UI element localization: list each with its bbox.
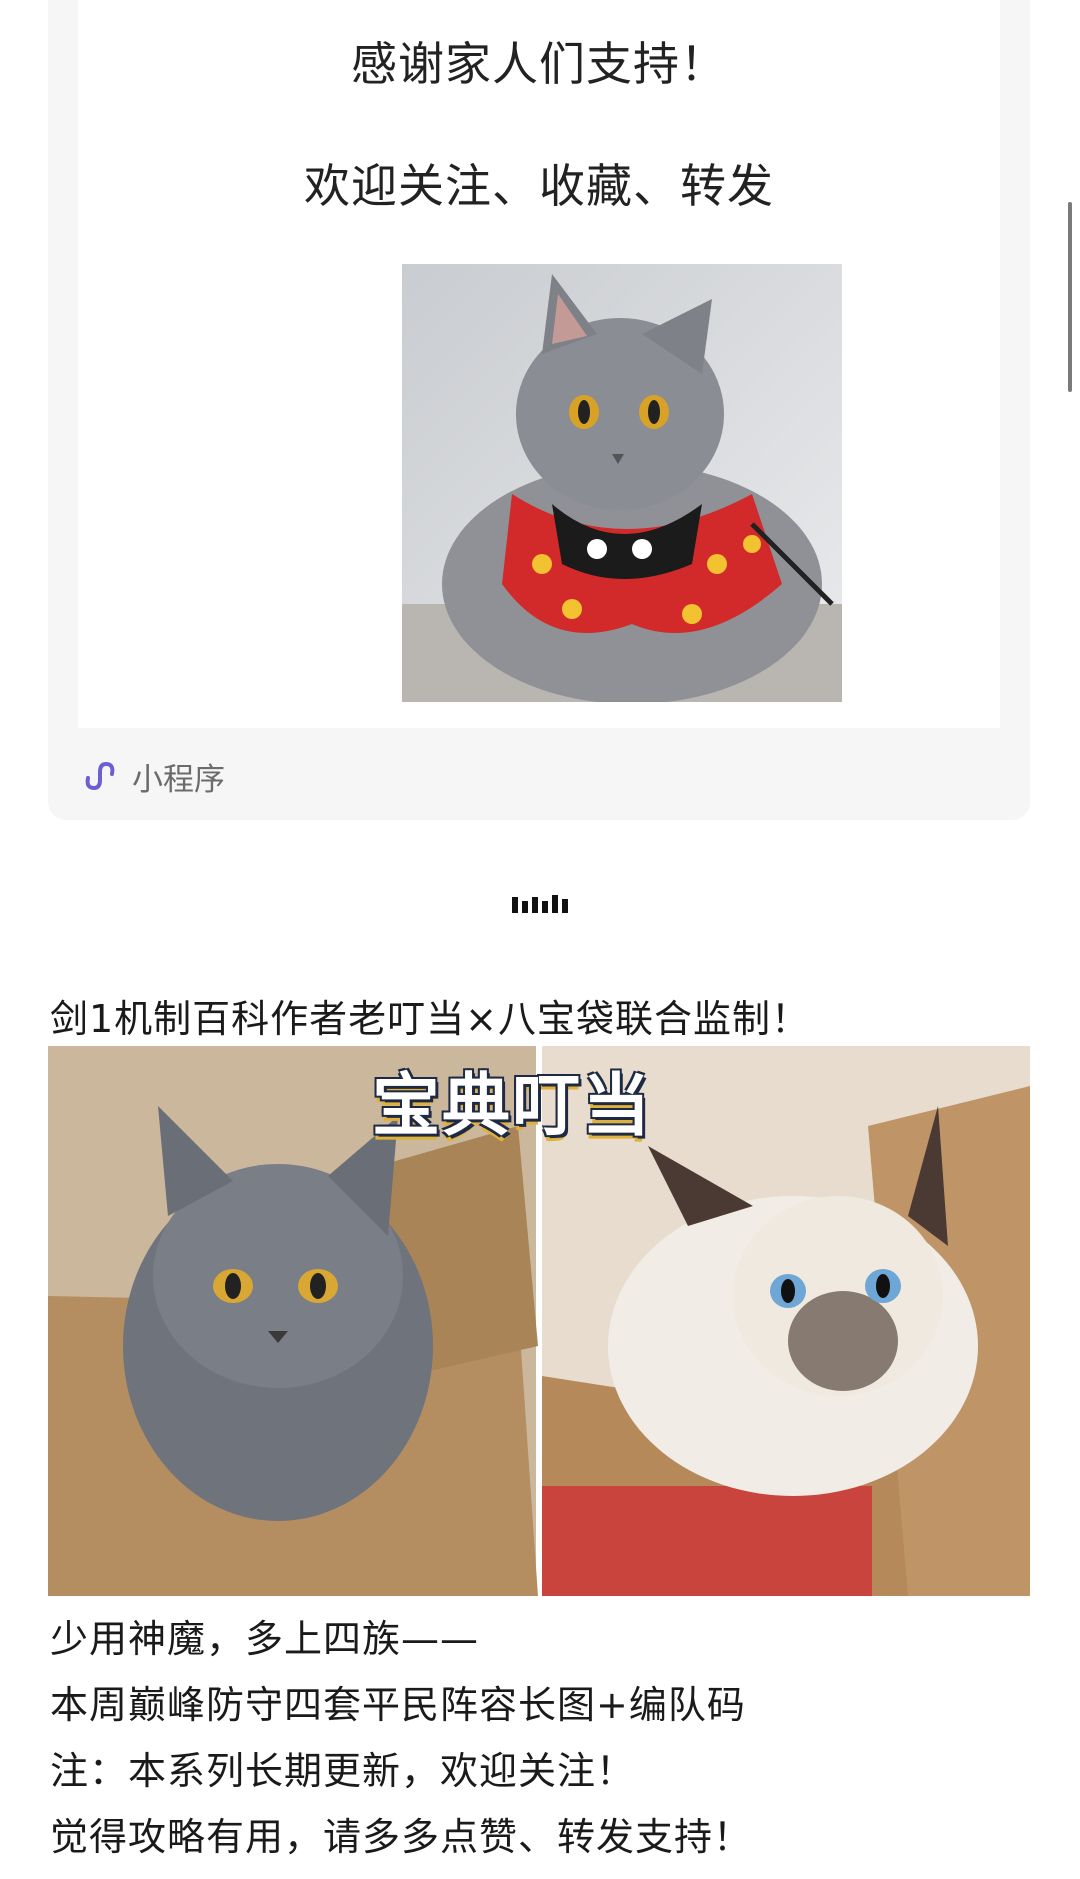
post-line-1: 少用神魔，多上四族—— (50, 1617, 480, 1661)
scrollbar[interactable] (1068, 202, 1072, 392)
follow-text: 欢迎关注、收藏、转发 (304, 159, 774, 213)
miniprogram-link-icon (85, 761, 115, 791)
post-line-3: 注：本系列长期更新，欢迎关注！ (50, 1749, 636, 1793)
equalizer-bars-icon (512, 895, 568, 913)
post-line-2: 本周巅峰防守四套平民阵容长图+编队码 (50, 1683, 746, 1727)
cat-bib-photo (402, 264, 842, 702)
post-line-4: 觉得攻略有用，请多多点赞、转发支持！ (50, 1815, 753, 1859)
post-body: 少用神魔，多上四族—— 本周巅峰防守四套平民阵容长图+编队码 注：本系列长期更新… (50, 1606, 752, 1870)
thanks-text: 感谢家人们支持！ (351, 37, 727, 91)
miniprogram-card[interactable]: 感谢家人们支持！ 欢迎关注、收藏、转发 小程序 (48, 0, 1030, 820)
miniprogram-label: 小程序 (132, 761, 225, 798)
miniprogram-footer[interactable]: 小程序 (78, 756, 225, 798)
post-title: 剑1机制百科作者老叮当×八宝袋联合监制！ (50, 997, 811, 1041)
miniprogram-preview[interactable]: 感谢家人们支持！ 欢迎关注、收藏、转发 (78, 0, 1000, 728)
photo-overlay-title: 宝典叮当 (372, 1067, 653, 1146)
